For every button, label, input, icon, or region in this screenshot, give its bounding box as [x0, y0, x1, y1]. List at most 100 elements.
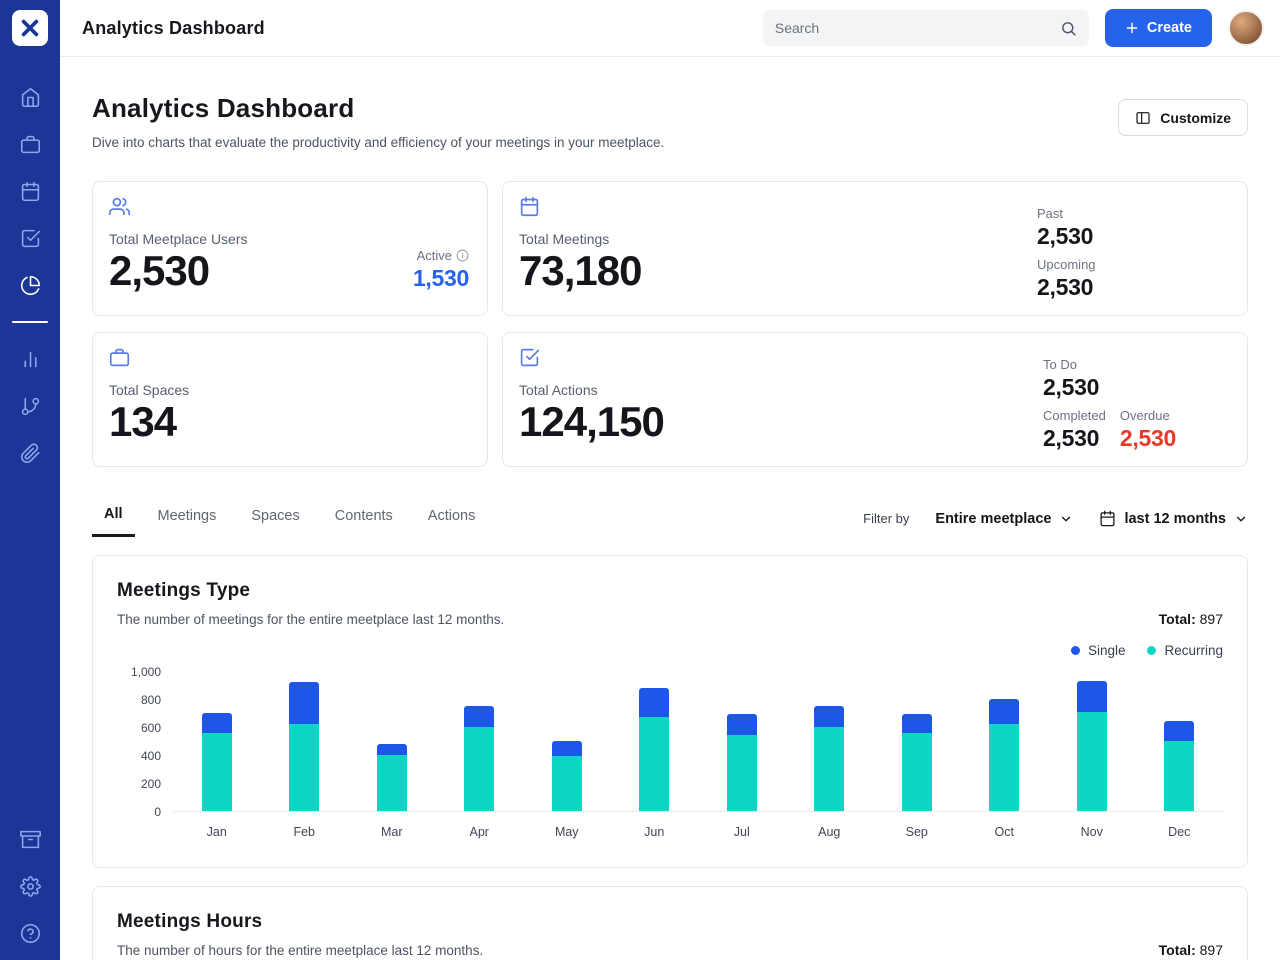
- sidebar-item-spaces[interactable]: [19, 133, 41, 155]
- bar-segment-single: [989, 699, 1019, 724]
- card-total-meetings: Total Meetings 73,180 Past 2,530 Upcomin…: [502, 181, 1248, 316]
- tab-all[interactable]: All: [92, 500, 135, 537]
- completed-value: 2,530: [1043, 425, 1106, 452]
- tab-contents[interactable]: Contents: [323, 502, 405, 536]
- sidebar-item-reports[interactable]: [19, 348, 41, 370]
- x-axis-label: Apr: [436, 825, 524, 839]
- create-button-label: Create: [1147, 20, 1192, 36]
- sidebar-item-settings[interactable]: [19, 875, 41, 897]
- search-box[interactable]: [763, 10, 1089, 46]
- chart-title: Meetings Type: [117, 580, 504, 602]
- bar-segment-recurring: [1164, 741, 1194, 811]
- upcoming-value: 2,530: [1037, 274, 1137, 301]
- help-circle-icon: [20, 923, 41, 944]
- bar-oct[interactable]: [989, 699, 1019, 811]
- search-input[interactable]: [775, 20, 1052, 36]
- tab-meetings[interactable]: Meetings: [146, 502, 229, 536]
- bar-segment-recurring: [727, 735, 757, 811]
- x-axis-label: Dec: [1136, 825, 1224, 839]
- active-value: 1,530: [413, 265, 469, 292]
- x-axis-label: Mar: [348, 825, 436, 839]
- x-axis: JanFebMarAprMayJunJulAugSepOctNovDec: [173, 825, 1223, 843]
- sidebar-item-tasks[interactable]: [19, 227, 41, 249]
- bar-segment-recurring: [289, 724, 319, 811]
- sidebar-item-archive[interactable]: [19, 828, 41, 850]
- bar-feb[interactable]: [289, 682, 319, 811]
- layout-icon: [1135, 110, 1151, 126]
- calendar-icon: [1099, 510, 1116, 527]
- sidebar-bottom: [19, 828, 41, 944]
- pie-chart-icon: [20, 275, 41, 296]
- sidebar-item-attachments[interactable]: [19, 442, 41, 464]
- active-nav-indicator: [12, 321, 48, 323]
- bar-dec[interactable]: [1164, 721, 1194, 811]
- legend-item-single[interactable]: Single: [1071, 643, 1126, 658]
- active-label: Active: [413, 248, 469, 263]
- chevron-down-icon: [1234, 512, 1248, 526]
- bar-jun[interactable]: [639, 688, 669, 811]
- y-tick-label: 400: [141, 749, 161, 763]
- create-button[interactable]: Create: [1105, 9, 1212, 47]
- filter-by-label: Filter by: [863, 511, 909, 526]
- paperclip-icon: [20, 443, 41, 464]
- past-value: 2,530: [1037, 223, 1137, 250]
- check-square-icon: [519, 347, 540, 368]
- chart-total: Total: 897: [1159, 611, 1223, 627]
- git-branch-icon: [20, 396, 41, 417]
- bar-segment-single: [202, 713, 232, 733]
- date-range-value: last 12 months: [1124, 511, 1226, 527]
- calendar-icon: [20, 181, 41, 202]
- bar-jul[interactable]: [727, 714, 757, 811]
- x-axis-label: Oct: [961, 825, 1049, 839]
- todo-label: To Do: [1043, 357, 1185, 372]
- sidebar-item-flows[interactable]: [19, 395, 41, 417]
- bar-segment-single: [1164, 721, 1194, 741]
- bar-segment-single: [552, 741, 582, 756]
- x-axis-label: Jun: [611, 825, 699, 839]
- chart-subtitle: The number of hours for the entire meetp…: [117, 943, 483, 958]
- todo-value: 2,530: [1043, 374, 1185, 401]
- calendar-icon: [519, 196, 540, 217]
- meetplace-filter-dropdown[interactable]: Entire meetplace: [935, 511, 1073, 527]
- date-range-dropdown[interactable]: last 12 months: [1099, 510, 1248, 527]
- app-logo[interactable]: [12, 10, 48, 46]
- sidebar-item-home[interactable]: [19, 86, 41, 108]
- y-axis: 02004006008001,000: [117, 672, 173, 812]
- x-axis-label: Jan: [173, 825, 261, 839]
- bar-apr[interactable]: [464, 706, 494, 811]
- bar-segment-single: [377, 744, 407, 755]
- tab-actions[interactable]: Actions: [416, 502, 488, 536]
- info-icon[interactable]: [456, 249, 469, 262]
- card-total-spaces: Total Spaces 134: [92, 332, 488, 467]
- meetings-type-card: Meetings Type The number of meetings for…: [92, 555, 1248, 868]
- user-avatar[interactable]: [1228, 10, 1264, 46]
- sidebar-item-calendar[interactable]: [19, 180, 41, 202]
- chart-total: Total: 897: [1159, 942, 1223, 958]
- bar-segment-recurring: [989, 724, 1019, 811]
- bar-segment-recurring: [639, 717, 669, 811]
- legend-label: Recurring: [1164, 643, 1223, 658]
- check-square-icon: [20, 228, 41, 249]
- sidebar-item-analytics[interactable]: [19, 274, 41, 296]
- completed-label: Completed: [1043, 408, 1106, 423]
- past-label: Past: [1037, 206, 1137, 221]
- customize-button[interactable]: Customize: [1118, 99, 1248, 136]
- bar-jan[interactable]: [202, 713, 232, 811]
- search-icon[interactable]: [1060, 20, 1077, 37]
- bar-segment-single: [289, 682, 319, 724]
- bar-mar[interactable]: [377, 744, 407, 811]
- y-tick-label: 0: [154, 805, 161, 819]
- meetings-hours-card: Meetings Hours The number of hours for t…: [92, 886, 1248, 960]
- tab-spaces[interactable]: Spaces: [239, 502, 311, 536]
- sidebar-item-help[interactable]: [19, 922, 41, 944]
- bar-aug[interactable]: [814, 706, 844, 811]
- overdue-value: 2,530: [1120, 425, 1182, 452]
- legend-item-recurring[interactable]: Recurring: [1147, 643, 1223, 658]
- card-value: 134: [109, 399, 471, 445]
- bar-sep[interactable]: [902, 714, 932, 811]
- bar-may[interactable]: [552, 741, 582, 811]
- page-subtitle: Dive into charts that evaluate the produ…: [92, 135, 664, 150]
- bar-segment-recurring: [377, 755, 407, 811]
- bar-nov[interactable]: [1077, 681, 1107, 811]
- y-tick-label: 1,000: [131, 665, 161, 679]
